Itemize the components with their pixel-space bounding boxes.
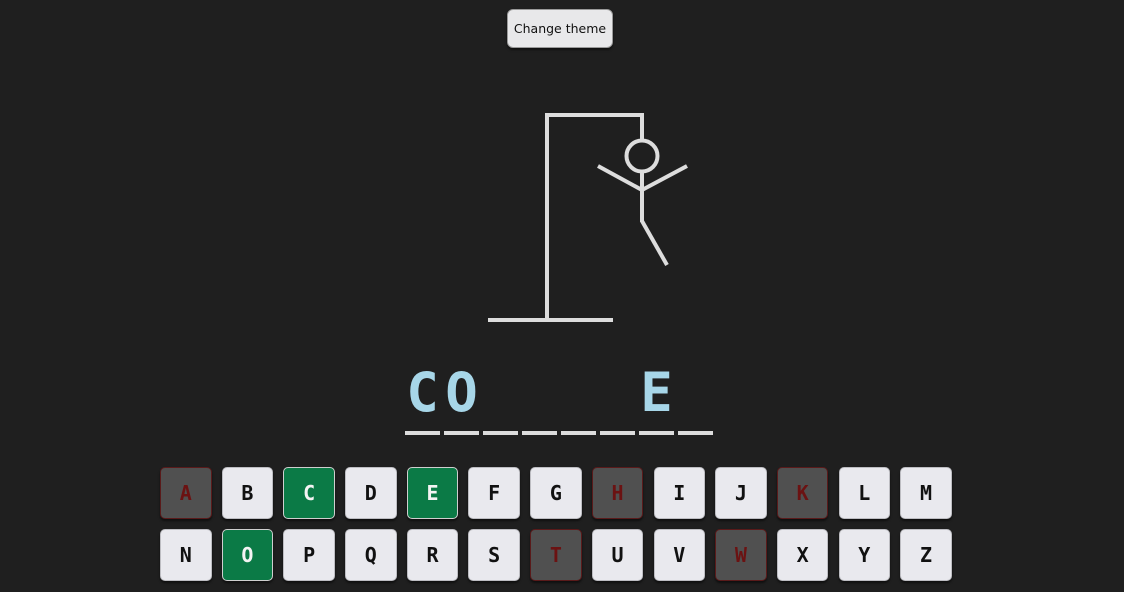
letter-slot-underline — [405, 431, 440, 435]
key-e[interactable]: E — [406, 467, 459, 519]
letter-slot — [600, 362, 635, 438]
key-n[interactable]: N — [160, 529, 212, 581]
letter-slot-underline — [522, 431, 557, 435]
letter-keyboard: ABCDEFGHIJKLM NOPQRSTUVWXYZ — [160, 467, 962, 591]
letter-slot-char: O — [445, 361, 478, 424]
key-k[interactable]: K — [776, 467, 829, 519]
letter-slot-underline — [639, 431, 674, 435]
letter-slot — [483, 362, 518, 438]
key-o[interactable]: O — [221, 529, 274, 581]
key-r[interactable]: R — [406, 529, 459, 581]
letter-slot-underline — [678, 431, 713, 435]
key-i[interactable]: I — [653, 467, 705, 519]
letter-slot-underline — [600, 431, 635, 435]
key-a[interactable]: A — [160, 467, 212, 519]
word-display: CO E — [405, 362, 717, 438]
letter-slot — [678, 362, 713, 438]
key-z[interactable]: Z — [900, 529, 952, 581]
letter-slot — [561, 362, 596, 438]
letter-slot-underline — [444, 431, 479, 435]
key-c[interactable]: C — [283, 467, 335, 519]
key-f[interactable]: F — [468, 467, 520, 519]
hangman-right-leg — [640, 220, 669, 266]
letter-slot-char: E — [640, 361, 673, 424]
key-b[interactable]: B — [221, 467, 274, 519]
letter-slot-underline — [483, 431, 518, 435]
key-v[interactable]: V — [653, 529, 705, 581]
hangman-head — [624, 138, 660, 174]
key-h[interactable]: H — [591, 467, 644, 519]
key-l[interactable]: L — [838, 467, 891, 519]
key-t[interactable]: T — [530, 529, 582, 581]
key-u[interactable]: U — [591, 529, 644, 581]
keyboard-row: NOPQRSTUVWXYZ — [160, 529, 962, 582]
key-w[interactable]: W — [715, 529, 767, 581]
key-x[interactable]: X — [776, 529, 829, 581]
hangman-drawing — [488, 113, 688, 322]
letter-slot: C — [405, 362, 440, 438]
letter-slot — [522, 362, 557, 438]
key-q[interactable]: Q — [345, 529, 397, 581]
key-j[interactable]: J — [715, 467, 767, 519]
letter-slot: E — [639, 362, 674, 438]
keyboard-row: ABCDEFGHIJKLM — [160, 467, 962, 520]
letter-slot-char: C — [406, 361, 439, 424]
letter-slot-underline — [561, 431, 596, 435]
key-m[interactable]: M — [900, 467, 952, 519]
key-p[interactable]: P — [283, 529, 335, 581]
letter-slot: O — [444, 362, 479, 438]
key-g[interactable]: G — [530, 467, 582, 519]
key-s[interactable]: S — [468, 529, 520, 581]
key-y[interactable]: Y — [838, 529, 891, 581]
key-d[interactable]: D — [345, 467, 397, 519]
